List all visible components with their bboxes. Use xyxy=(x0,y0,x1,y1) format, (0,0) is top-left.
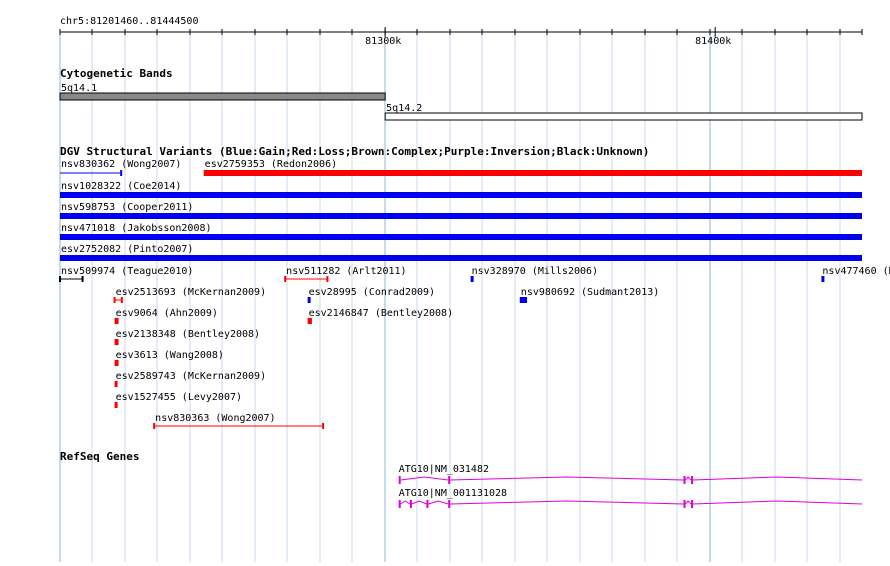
dgv-features[interactable]: nsv830362 (Wong2007) esv2759353 (Redon200… xyxy=(59,159,890,429)
sv-feature-bar[interactable] xyxy=(203,170,862,176)
sv-feature-label: nsv830363 (Wong2007) xyxy=(155,413,275,424)
sv-feature-bar[interactable] xyxy=(519,297,528,303)
sv-feature-label: esv3613 (Wang2008) xyxy=(116,350,224,361)
gene-exon[interactable] xyxy=(683,500,686,508)
gene-label: ATG10|NM_001131028 xyxy=(399,488,507,499)
gene-exon[interactable] xyxy=(448,476,451,484)
gene-label: ATG10|NM_031482 xyxy=(399,464,489,475)
sv-feature-bar[interactable] xyxy=(60,213,862,219)
gene-exon[interactable] xyxy=(398,500,401,508)
sv-feature-label: nsv328970 (Mills2006) xyxy=(472,266,598,277)
sv-feature-bar[interactable] xyxy=(470,276,474,282)
sv-feature-label: esv2513693 (McKernan2009) xyxy=(116,287,267,298)
sv-feature-label: esv2752082 (Pinto2007) xyxy=(61,244,193,255)
track-dgv-structural-variants[interactable]: DGV Structural Variants (Blue:Gain;Red:L… xyxy=(59,145,890,429)
gene-exon[interactable] xyxy=(426,500,429,508)
cytoband-bar[interactable] xyxy=(384,112,863,121)
gene-exon[interactable] xyxy=(691,476,694,484)
sv-feature-bar[interactable] xyxy=(114,318,119,324)
refseq-features[interactable]: ATG10|NM_031482 ATG10|NM_001131028 xyxy=(398,464,863,508)
sv-feature-label: esv1527455 (Levy2007) xyxy=(116,392,242,403)
gene-exon[interactable] xyxy=(398,476,401,484)
cytoband-label: 5q14.2 xyxy=(386,103,422,114)
genome-browser-view: chr5:81201460..81444500 81300k 81400k Cyt… xyxy=(0,0,890,562)
sv-feature-label: esv2138348 (Bentley2008) xyxy=(116,329,261,340)
gene-intron-line[interactable] xyxy=(400,476,863,481)
gene-exon[interactable] xyxy=(683,476,686,484)
ruler-range-label: chr5:81201460..81444500 xyxy=(60,16,198,27)
cytoband-label: 5q14.1 xyxy=(61,83,97,94)
track-title-refseq-genes: RefSeq Genes xyxy=(60,450,139,463)
sv-feature-label: nsv980692 (Sudmant2013) xyxy=(521,287,659,298)
track-title-cytogenetic-bands: Cytogenetic Bands xyxy=(60,67,173,80)
sv-feature-bar[interactable] xyxy=(114,402,118,408)
sv-feature-bar[interactable] xyxy=(60,255,862,261)
sv-feature-bar[interactable] xyxy=(60,234,862,240)
gene-intron-line[interactable] xyxy=(400,500,863,505)
sv-feature-bar[interactable] xyxy=(821,276,825,282)
gene-exon[interactable] xyxy=(691,500,694,508)
sv-feature-label: nsv477460 (Kidd2008) xyxy=(822,266,890,277)
sv-feature-label: nsv509974 (Teague2010) xyxy=(61,266,193,277)
sv-feature-label: esv28995 (Conrad2009) xyxy=(309,287,435,298)
gene-exon[interactable] xyxy=(409,500,412,508)
sv-feature-label: esv2759353 (Redon2006) xyxy=(205,159,337,170)
cytoband-bar[interactable] xyxy=(59,92,386,101)
sv-feature-label: esv2146847 (Bentley2008) xyxy=(309,308,454,319)
sv-feature-bar[interactable] xyxy=(60,192,862,198)
track-title-dgv: DGV Structural Variants (Blue:Gain;Red:L… xyxy=(60,145,649,158)
sv-feature-label: nsv1028322 (Coe2014) xyxy=(61,181,181,192)
sv-feature-label: nsv830362 (Wong2007) xyxy=(61,159,181,170)
sv-feature-label: nsv598753 (Cooper2011) xyxy=(61,202,193,213)
sv-feature-bar[interactable] xyxy=(114,360,119,366)
ruler-tick-label: 81400k xyxy=(695,36,731,47)
sv-feature-bar[interactable] xyxy=(307,297,311,303)
sv-feature-label: nsv471018 (Jakobsson2008) xyxy=(61,223,212,234)
sv-feature-label: esv2589743 (McKernan2009) xyxy=(116,371,267,382)
sv-feature-label: nsv511282 (Arlt2011) xyxy=(286,266,406,277)
sv-feature-bar[interactable] xyxy=(307,318,312,324)
sv-feature-bar[interactable] xyxy=(114,381,118,387)
sv-feature-label: esv9064 (Ahn2009) xyxy=(116,308,218,319)
genome-browser-canvas[interactable]: chr5:81201460..81444500 81300k 81400k Cyt… xyxy=(0,0,890,562)
gene-exon[interactable] xyxy=(448,500,451,508)
ruler-tick-label: 81300k xyxy=(365,36,401,47)
sv-feature-bar[interactable] xyxy=(114,339,119,345)
